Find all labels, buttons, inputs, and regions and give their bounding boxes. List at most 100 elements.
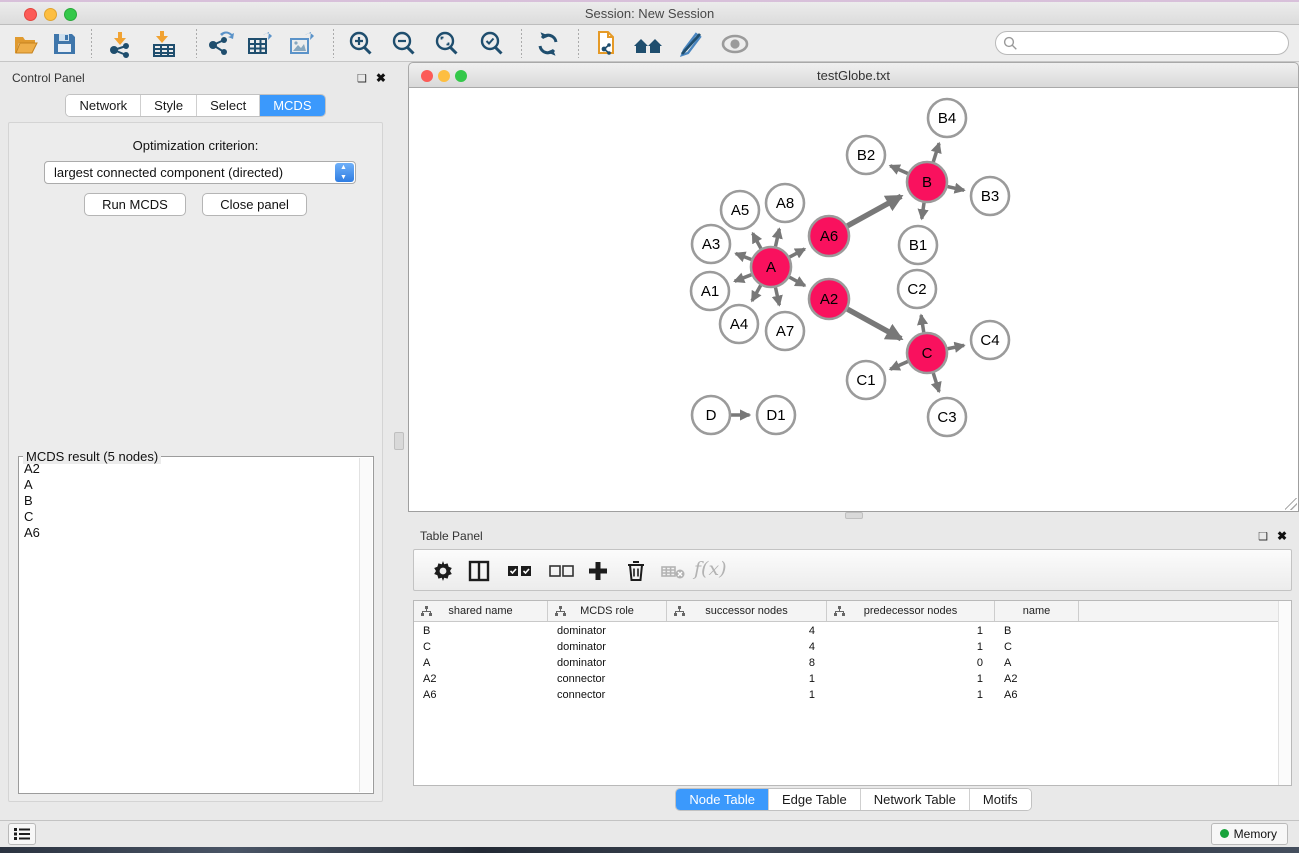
edge-A-A5[interactable] <box>753 233 761 248</box>
criterion-dropdown[interactable]: largest connected component (directed) <box>44 161 356 184</box>
table-cell[interactable]: 1 <box>667 687 827 704</box>
edge-B-B4[interactable] <box>933 143 939 162</box>
mcds-result-item[interactable]: A2 <box>20 461 359 477</box>
zoom-in-icon[interactable] <box>347 30 375 58</box>
open-file-icon[interactable] <box>12 30 40 58</box>
function-builder-icon[interactable]: f(x) <box>694 558 727 580</box>
edge-A2-C[interactable] <box>847 309 901 339</box>
mcds-result-item[interactable]: B <box>20 493 359 509</box>
run-mcds-button[interactable]: Run MCDS <box>84 193 186 216</box>
table-row[interactable]: Cdominator41C <box>414 639 1291 656</box>
column-header-predecessor-nodes[interactable]: predecessor nodes <box>827 601 995 621</box>
network-canvas[interactable]: B4B2BB3A8A5A6A3B1AC2A1A2A4A7C4CC1DD1C3 <box>408 88 1299 512</box>
mcds-result-item[interactable]: A6 <box>20 525 359 541</box>
zoom-out-icon[interactable] <box>390 30 418 58</box>
split-divider-handle[interactable] <box>394 432 404 450</box>
edge-A-A3[interactable] <box>736 253 752 259</box>
table-cell[interactable]: 1 <box>827 639 995 656</box>
zoom-selected-icon[interactable] <box>478 30 506 58</box>
select-all-columns-icon[interactable] <box>506 559 534 583</box>
import-network-icon[interactable] <box>106 30 134 58</box>
show-column-icon[interactable] <box>467 559 491 583</box>
column-header-name[interactable]: name <box>995 601 1079 621</box>
table-cell[interactable]: C <box>995 639 1079 656</box>
tab-mcds[interactable]: MCDS <box>260 95 324 116</box>
table-cell[interactable]: C <box>414 639 548 656</box>
table-cell[interactable]: dominator <box>548 623 667 640</box>
table-cell[interactable]: B <box>414 623 548 640</box>
tab-edge-table[interactable]: Edge Table <box>769 789 861 810</box>
edge-A-A1[interactable] <box>735 275 752 282</box>
table-row[interactable]: A6connector11A6 <box>414 687 1291 704</box>
show-all-levels-icon[interactable] <box>632 30 660 58</box>
edge-C-C4[interactable] <box>948 345 964 348</box>
table-cell[interactable]: B <box>995 623 1079 640</box>
tab-style[interactable]: Style <box>141 95 197 116</box>
edge-A-A2[interactable] <box>789 277 805 286</box>
tab-network[interactable]: Network <box>66 95 141 116</box>
search-input[interactable] <box>1022 34 1277 52</box>
table-cell[interactable]: A <box>414 655 548 672</box>
refresh-icon[interactable] <box>534 30 562 58</box>
edge-B-B1[interactable] <box>922 203 924 219</box>
import-table-icon[interactable] <box>150 30 178 58</box>
table-row[interactable]: A2connector11A2 <box>414 671 1291 688</box>
save-session-icon[interactable] <box>50 30 78 58</box>
task-history-button[interactable] <box>8 823 36 845</box>
edge-A-A8[interactable] <box>775 229 779 247</box>
table-cell[interactable]: 4 <box>667 623 827 640</box>
create-column-icon[interactable] <box>586 559 610 583</box>
edge-A6-B[interactable] <box>847 196 901 226</box>
edge-A-A4[interactable] <box>752 285 761 301</box>
table-cell[interactable]: connector <box>548 687 667 704</box>
table-options-icon[interactable] <box>431 559 455 583</box>
close-panel-button[interactable]: Close panel <box>202 193 307 216</box>
tab-select[interactable]: Select <box>197 95 260 116</box>
table-cell[interactable]: A2 <box>414 671 548 688</box>
new-network-from-file-icon[interactable] <box>592 30 620 58</box>
tab-node-table[interactable]: Node Table <box>676 789 769 810</box>
table-cell[interactable]: 1 <box>827 671 995 688</box>
table-cell[interactable]: A6 <box>414 687 548 704</box>
column-header-MCDS-role[interactable]: MCDS role <box>548 601 667 621</box>
table-cell[interactable]: connector <box>548 671 667 688</box>
delete-columns-icon[interactable] <box>624 559 648 583</box>
table-cell[interactable]: 1 <box>827 623 995 640</box>
table-cell[interactable]: A2 <box>995 671 1079 688</box>
float-panel-icon[interactable]: ❑ <box>1258 531 1268 543</box>
result-scrollbar[interactable] <box>359 458 372 792</box>
tab-network-table[interactable]: Network Table <box>861 789 970 810</box>
mcds-result-item[interactable]: A <box>20 477 359 493</box>
zoom-fit-icon[interactable] <box>433 30 461 58</box>
delete-table-icon[interactable] <box>660 559 688 583</box>
unselect-all-columns-icon[interactable] <box>548 559 576 583</box>
column-header-successor-nodes[interactable]: successor nodes <box>667 601 827 621</box>
export-image-icon[interactable] <box>288 30 316 58</box>
table-cell[interactable]: 0 <box>827 655 995 672</box>
table-cell[interactable]: 8 <box>667 655 827 672</box>
column-header-shared-name[interactable]: shared name <box>414 601 548 621</box>
table-cell[interactable]: 4 <box>667 639 827 656</box>
table-cell[interactable]: dominator <box>548 639 667 656</box>
tab-motifs[interactable]: Motifs <box>970 789 1031 810</box>
search-field[interactable] <box>995 31 1289 55</box>
close-panel-icon[interactable]: ✖ <box>1277 529 1287 543</box>
table-row[interactable]: Bdominator41B <box>414 623 1291 640</box>
edge-B-B2[interactable] <box>890 166 908 174</box>
window-resize-grip[interactable] <box>1285 498 1297 510</box>
edge-B-B3[interactable] <box>947 187 964 191</box>
edge-C-C2[interactable] <box>921 315 924 332</box>
table-scrollbar[interactable] <box>1278 601 1291 785</box>
edge-A-A6[interactable] <box>790 249 805 257</box>
split-divider-handle[interactable] <box>845 512 863 519</box>
table-cell[interactable]: 1 <box>827 687 995 704</box>
table-row[interactable]: Adominator80A <box>414 655 1291 672</box>
table-cell[interactable]: A6 <box>995 687 1079 704</box>
table-cell[interactable]: A <box>995 655 1079 672</box>
table-cell[interactable]: dominator <box>548 655 667 672</box>
toggle-view-icon[interactable] <box>720 30 748 58</box>
export-network-icon[interactable] <box>206 30 234 58</box>
edge-C-C1[interactable] <box>890 361 908 369</box>
export-table-icon[interactable] <box>246 30 274 58</box>
mcds-result-item[interactable]: C <box>20 509 359 525</box>
